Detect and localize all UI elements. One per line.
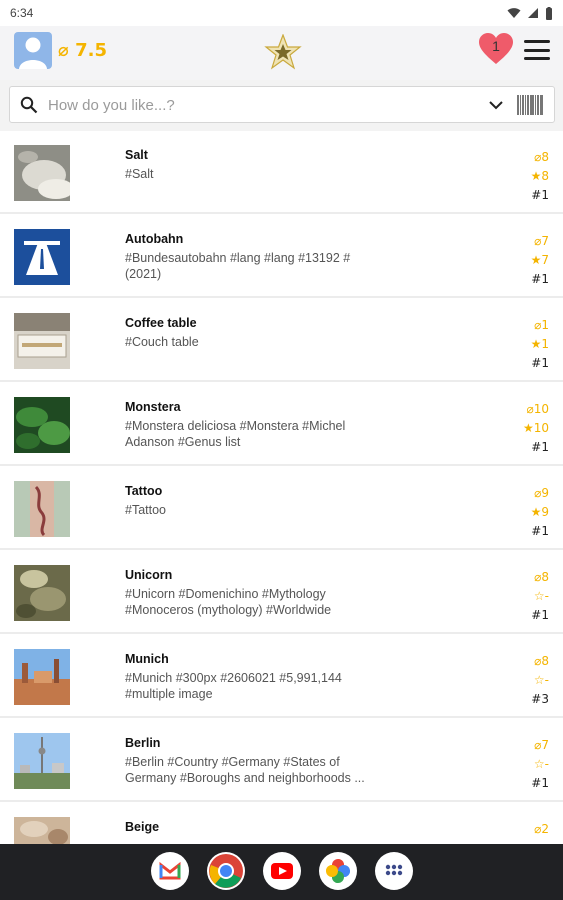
item-title: Monstera [125, 400, 181, 414]
thumbnail-image [14, 733, 70, 789]
item-tags: #Salt [125, 167, 154, 181]
list-item[interactable]: Munich #Munich #300px #2606021 #5,991,14… [0, 635, 563, 718]
item-stats: ⌀9 ★9 #1 [531, 484, 549, 541]
item-title: Unicorn [125, 568, 173, 582]
item-title: Munich [125, 652, 169, 666]
search-icon[interactable] [20, 96, 38, 114]
item-title: Autobahn [125, 232, 184, 246]
item-average: ⌀9 [534, 486, 549, 500]
item-tags: #Couch table [125, 335, 199, 349]
thumbnail-image [14, 649, 70, 705]
item-stats: ⌀7 ★7 #1 [531, 232, 549, 289]
item-rank: #1 [531, 524, 549, 538]
chrome-icon[interactable] [207, 852, 245, 890]
item-stars: ☆- [533, 589, 549, 603]
thumbnail-image [14, 565, 70, 621]
list-item[interactable]: Autobahn #Bundesautobahn #lang #lang #13… [0, 215, 563, 298]
item-tags: #Monstera deliciosa #Monstera #Michel Ad… [125, 419, 346, 449]
item-rank: #1 [531, 440, 549, 454]
star-logo-icon[interactable] [264, 34, 302, 70]
item-stats: ⌀8 ☆- #1 [531, 568, 549, 625]
item-title: Salt [125, 148, 148, 162]
item-average: ⌀2 [534, 822, 549, 836]
list-item[interactable]: Beige ⌀2 [0, 803, 563, 844]
item-rank: #1 [531, 272, 549, 286]
item-average: ⌀10 [526, 402, 550, 416]
item-title: Beige [125, 820, 160, 834]
list-item[interactable]: Berlin #Berlin #Country #Germany #States… [0, 719, 563, 802]
item-rank: #1 [531, 356, 549, 370]
app-dock [0, 844, 563, 900]
item-average: ⌀7 [534, 234, 549, 248]
gmail-icon[interactable] [151, 852, 189, 890]
item-tags: #Tattoo [125, 503, 167, 517]
item-rank: #1 [531, 776, 549, 790]
search-input[interactable] [48, 95, 468, 115]
menu-icon[interactable] [524, 40, 550, 60]
item-tags: #Bundesautobahn #lang #lang #13192 #(202… [125, 251, 351, 281]
item-stats: ⌀1 ★1 #1 [531, 316, 549, 373]
item-tags: #Unicorn #Domenichino #Mythology #Monoce… [125, 587, 332, 617]
app-header: ⌀ 7.5 1 [0, 26, 563, 80]
barcode-icon[interactable] [517, 95, 544, 115]
item-average: ⌀1 [534, 318, 549, 332]
item-average: ⌀8 [534, 150, 549, 164]
status-time: 6:34 [10, 6, 34, 20]
item-average: ⌀7 [534, 738, 549, 752]
item-stats: ⌀2 [534, 820, 549, 839]
list-item[interactable]: Coffee table #Couch table ⌀1 ★1 #1 [0, 299, 563, 382]
thumbnail-image [14, 481, 70, 537]
item-rank: #1 [531, 188, 549, 202]
app-drawer-icon[interactable] [375, 852, 413, 890]
item-rank: #1 [531, 608, 549, 622]
list-item[interactable]: Unicorn #Unicorn #Domenichino #Mythology… [0, 551, 563, 634]
avatar-icon[interactable] [14, 32, 52, 69]
thumbnail-image [14, 313, 70, 369]
item-tags: #Berlin #Country #Germany #States of Ger… [125, 755, 365, 785]
item-title: Coffee table [125, 316, 197, 330]
item-stars: ☆- [533, 673, 549, 687]
average-score: ⌀ 7.5 [58, 40, 107, 61]
item-title: Tattoo [125, 484, 163, 498]
youtube-icon[interactable] [263, 852, 301, 890]
item-tags: #Munich #300px #2606021 #5,991,144 #mult… [125, 671, 342, 701]
item-title: Berlin [125, 736, 161, 750]
list-item[interactable]: Monstera #Monstera deliciosa #Monstera #… [0, 383, 563, 466]
item-rank: #3 [531, 692, 549, 706]
item-stars: ★7 [530, 253, 549, 267]
item-average: ⌀8 [534, 570, 549, 584]
favorites-count: 1 [492, 38, 500, 54]
item-stars: ★9 [530, 505, 549, 519]
item-stats: ⌀8 ☆- #3 [531, 652, 549, 709]
item-stats: ⌀10 ★10 #1 [523, 400, 549, 457]
battery-icon [546, 6, 552, 20]
item-stats: ⌀7 ☆- #1 [531, 736, 549, 793]
item-stars: ★10 [522, 421, 549, 435]
thumbnail-image [14, 229, 70, 285]
status-icons [507, 6, 553, 20]
thumbnail-image [14, 145, 70, 201]
wifi-icon [507, 8, 521, 18]
item-stats: ⌀8 ★8 #1 [531, 148, 549, 205]
list-item[interactable]: Salt #Salt ⌀8 ★8 #1 [0, 131, 563, 214]
status-bar: 6:34 [0, 0, 563, 26]
thumbnail-image [14, 817, 70, 844]
thumbnail-image [14, 397, 70, 453]
list-item[interactable]: Tattoo #Tattoo ⌀9 ★9 #1 [0, 467, 563, 550]
search-bar [9, 86, 555, 123]
signal-icon [528, 8, 538, 18]
photos-icon[interactable] [319, 852, 357, 890]
item-stars: ☆- [533, 757, 549, 771]
item-average: ⌀8 [534, 654, 549, 668]
item-stars: ★8 [530, 169, 549, 183]
rating-list: Salt #Salt ⌀8 ★8 #1 Autobahn #Bundesauto… [0, 131, 563, 844]
chevron-down-icon[interactable] [488, 97, 504, 113]
item-stars: ★1 [530, 337, 549, 351]
